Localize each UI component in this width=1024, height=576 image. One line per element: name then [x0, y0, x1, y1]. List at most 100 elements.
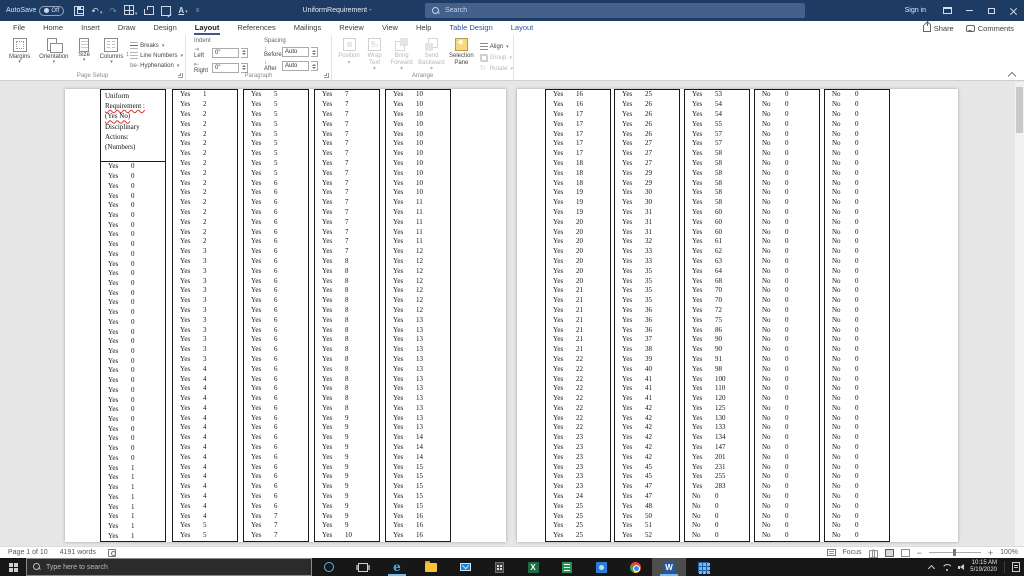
table-row[interactable]: Yes 4 [173, 413, 237, 423]
table-row[interactable]: Yes 9 [315, 452, 379, 462]
table-row[interactable]: Yes 130 [685, 413, 749, 423]
table-row[interactable]: No 0 [755, 257, 819, 267]
edge-button[interactable]: e [380, 558, 414, 576]
table-row[interactable]: Yes 5 [244, 139, 308, 149]
table-row[interactable]: Yes 3 [173, 325, 237, 335]
table-row[interactable]: No 0 [825, 472, 889, 482]
table-row[interactable]: Yes 26 [615, 119, 679, 129]
table-row[interactable]: Yes 45 [615, 472, 679, 482]
table-row[interactable]: Yes 41 [615, 394, 679, 404]
table-row[interactable]: Yes 0 [101, 191, 165, 201]
table-row[interactable]: Yes 7 [315, 227, 379, 237]
share-button[interactable]: Share [922, 20, 954, 33]
table-row[interactable]: No 0 [755, 100, 819, 110]
table-row[interactable]: Yes 9 [315, 472, 379, 482]
table-row[interactable]: Yes 42 [615, 413, 679, 423]
table-row[interactable]: No 0 [685, 492, 749, 502]
table-row[interactable]: Yes 41 [615, 384, 679, 394]
table-row[interactable]: No 0 [755, 139, 819, 149]
table-row[interactable]: Yes 2 [173, 110, 237, 120]
table-row[interactable]: Yes 60 [685, 217, 749, 227]
table-row[interactable]: Yes 14 [386, 443, 450, 453]
table-row[interactable]: Yes 8 [315, 306, 379, 316]
table-row[interactable]: Yes 9 [315, 423, 379, 433]
menu-tab-view[interactable]: View [373, 21, 407, 35]
table-row[interactable]: Yes 18 [546, 168, 610, 178]
table-row[interactable]: Yes 10 [386, 188, 450, 198]
table-row[interactable]: Yes 3 [173, 345, 237, 355]
table-row[interactable]: Yes 2 [173, 168, 237, 178]
table-row[interactable]: Yes 25 [546, 501, 610, 511]
table-row[interactable]: Yes 20 [546, 276, 610, 286]
table-header-cell[interactable]: Uniform Requirement : (Yes No) Disciplinary… [101, 90, 165, 162]
table-row[interactable]: Yes 8 [315, 315, 379, 325]
table-row[interactable]: Yes 13 [386, 345, 450, 355]
table-row[interactable]: Yes 6 [244, 315, 308, 325]
table-row[interactable]: Yes 6 [244, 345, 308, 355]
table-row[interactable]: Yes 17 [546, 119, 610, 129]
table-row[interactable]: Yes 8 [315, 286, 379, 296]
table-row[interactable]: Yes 2 [173, 188, 237, 198]
table-row[interactable]: Yes 58 [685, 188, 749, 198]
table-row[interactable]: Yes 6 [244, 452, 308, 462]
table-row[interactable]: No 0 [825, 257, 889, 267]
margins-button[interactable]: Margins ▾ [4, 38, 35, 65]
table-row[interactable]: Yes 3 [173, 335, 237, 345]
table-row[interactable]: Yes 6 [244, 306, 308, 316]
table-row[interactable]: Yes 35 [615, 276, 679, 286]
read-mode-icon[interactable] [868, 548, 878, 557]
spacing-after-spinner[interactable] [311, 61, 318, 71]
table-row[interactable]: No 0 [825, 178, 889, 188]
table-row[interactable]: Yes 91 [685, 355, 749, 365]
table-row[interactable]: Yes 10 [386, 139, 450, 149]
table-row[interactable]: Yes 51 [615, 521, 679, 531]
table-row[interactable]: Yes 86 [685, 325, 749, 335]
table-row[interactable]: No 0 [755, 208, 819, 218]
table-row[interactable]: Yes 58 [685, 178, 749, 188]
start-button[interactable] [0, 558, 26, 576]
table-row[interactable]: No 0 [825, 296, 889, 306]
table-row[interactable]: Yes 7 [244, 521, 308, 531]
comments-button[interactable]: Comments [965, 24, 1014, 33]
table-row[interactable]: Yes 52 [615, 531, 679, 541]
table-row[interactable]: Yes 30 [615, 198, 679, 208]
table-row[interactable]: Yes 0 [101, 356, 165, 366]
table-row[interactable]: Yes 4 [173, 384, 237, 394]
table-row[interactable]: Yes 6 [244, 198, 308, 208]
table-row[interactable]: Yes 133 [685, 423, 749, 433]
table-row[interactable]: Yes 5 [244, 149, 308, 159]
table-row[interactable]: Yes 9 [315, 501, 379, 511]
table-row[interactable]: Yes 13 [386, 315, 450, 325]
table-column[interactable]: No 0 No 0 No 0 No 0 No 0 No 0 No 0 No 0 No 0 No 0 No 0 No 0 No 0 N… [754, 89, 820, 542]
table-row[interactable]: Yes 5 [244, 90, 308, 100]
indent-right-spinner[interactable] [241, 62, 248, 73]
breaks-button[interactable]: Breaks ▾ [130, 42, 183, 50]
table-row[interactable]: Yes 22 [546, 374, 610, 384]
table-row[interactable]: No 0 [825, 129, 889, 139]
table-row[interactable]: Yes 26 [615, 100, 679, 110]
font-style-button[interactable]: A▾ [178, 6, 187, 16]
table-row[interactable]: Yes 12 [386, 257, 450, 267]
table-row[interactable]: Yes 9 [315, 482, 379, 492]
table-row[interactable]: No 0 [755, 266, 819, 276]
table-row[interactable]: Yes 9 [315, 511, 379, 521]
table-row[interactable]: Yes 60 [685, 227, 749, 237]
table-row[interactable]: Yes 27 [615, 149, 679, 159]
table-row[interactable]: No 0 [755, 110, 819, 120]
table-row[interactable]: Yes 2 [173, 159, 237, 169]
rotate-button[interactable]: ↻ Rotate ▾ [480, 65, 513, 73]
table-row[interactable]: Yes 54 [685, 100, 749, 110]
selection-pane-button[interactable]: Selection Pane [447, 38, 476, 66]
table-row[interactable]: Yes 22 [546, 355, 610, 365]
table-row[interactable]: Yes 8 [315, 384, 379, 394]
table-row[interactable]: Yes 283 [685, 482, 749, 492]
table-row[interactable]: No 0 [825, 237, 889, 247]
table-row[interactable]: Yes 17 [546, 149, 610, 159]
table-row[interactable]: No 0 [825, 119, 889, 129]
sign-in-button[interactable]: Sign in [895, 7, 936, 14]
table-row[interactable]: No 0 [685, 511, 749, 521]
search-box[interactable]: Search [425, 3, 805, 18]
table-row[interactable]: No 0 [755, 501, 819, 511]
spacing-before-input[interactable]: Auto [282, 47, 309, 57]
table-row[interactable]: Yes 19 [546, 198, 610, 208]
